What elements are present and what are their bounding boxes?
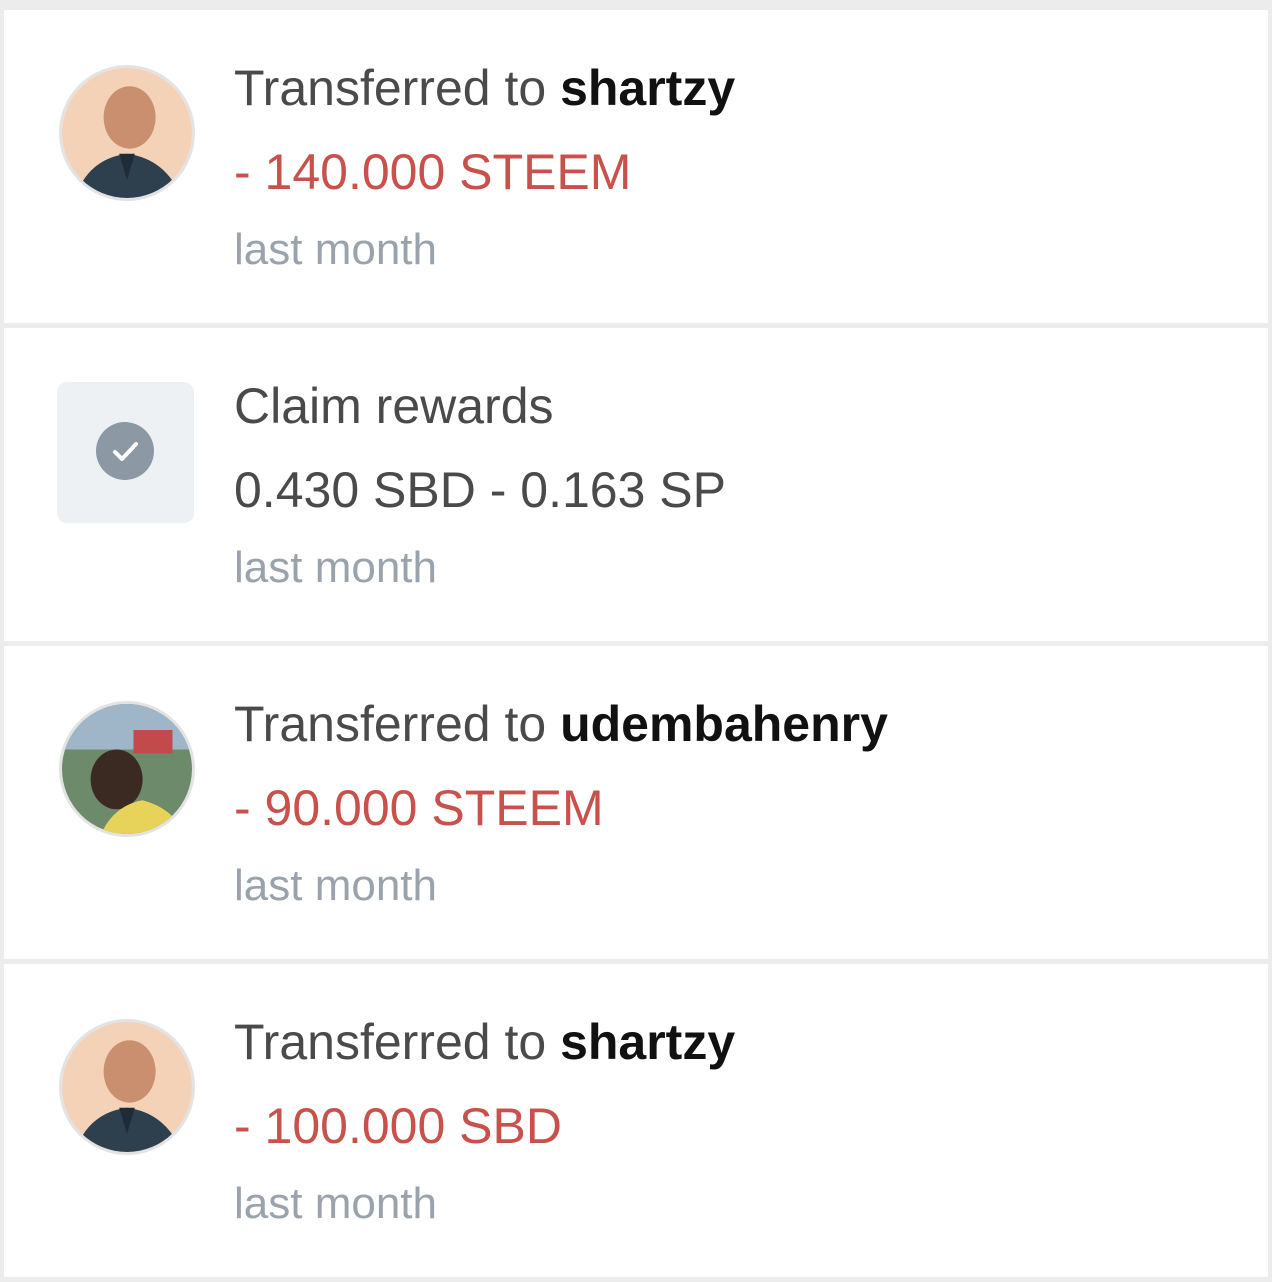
transaction-amount: - 140.000 STEEM [234, 144, 632, 200]
transaction-amount: 0.430 SBD - 0.163 SP [234, 462, 726, 518]
user-avatar-udembahenry[interactable] [59, 701, 195, 837]
transfer-prefix: Transferred to [234, 60, 561, 116]
user-avatar-shartzy[interactable] [59, 1019, 195, 1155]
transaction-text: Transferred to shartzy - 140.000 STEEM l… [234, 58, 735, 276]
transaction-row[interactable]: Claim rewards 0.430 SBD - 0.163 SP last … [4, 328, 1268, 641]
claim-rewards-badge [57, 382, 194, 523]
transaction-row[interactable]: Transferred to shartzy - 140.000 STEEM l… [4, 10, 1268, 323]
user-avatar-icon [62, 68, 192, 198]
user-avatar-icon [62, 1022, 192, 1152]
transaction-amount: - 100.000 SBD [234, 1098, 562, 1154]
transaction-row[interactable]: Transferred to shartzy - 100.000 SBD las… [4, 964, 1268, 1277]
checkmark-icon [96, 422, 154, 480]
transaction-text: Claim rewards 0.430 SBD - 0.163 SP last … [234, 376, 726, 594]
recipient-link[interactable]: shartzy [560, 1014, 735, 1070]
transaction-time: last month [234, 1179, 437, 1228]
transaction-amount: - 90.000 STEEM [234, 780, 604, 836]
recipient-link[interactable]: udembahenry [560, 696, 888, 752]
transaction-title: Transferred to shartzy [234, 1012, 735, 1072]
transaction-time: last month [234, 225, 437, 274]
transaction-text: Transferred to udembahenry - 90.000 STEE… [234, 694, 888, 912]
wallet-transaction-list: Transferred to shartzy - 140.000 STEEM l… [4, 10, 1268, 1282]
transaction-time: last month [234, 543, 437, 592]
recipient-link[interactable]: shartzy [560, 60, 735, 116]
transaction-time: last month [234, 861, 437, 910]
transfer-prefix: Transferred to [234, 696, 561, 752]
transaction-title: Transferred to shartzy [234, 58, 735, 118]
transaction-row[interactable]: Transferred to udembahenry - 90.000 STEE… [4, 646, 1268, 959]
transfer-prefix: Transferred to [234, 1014, 561, 1070]
transaction-title: Transferred to udembahenry [234, 694, 888, 754]
transaction-title: Claim rewards [234, 378, 554, 434]
user-avatar-shartzy[interactable] [59, 65, 195, 201]
user-avatar-icon [62, 704, 192, 834]
transaction-text: Transferred to shartzy - 100.000 SBD las… [234, 1012, 735, 1230]
